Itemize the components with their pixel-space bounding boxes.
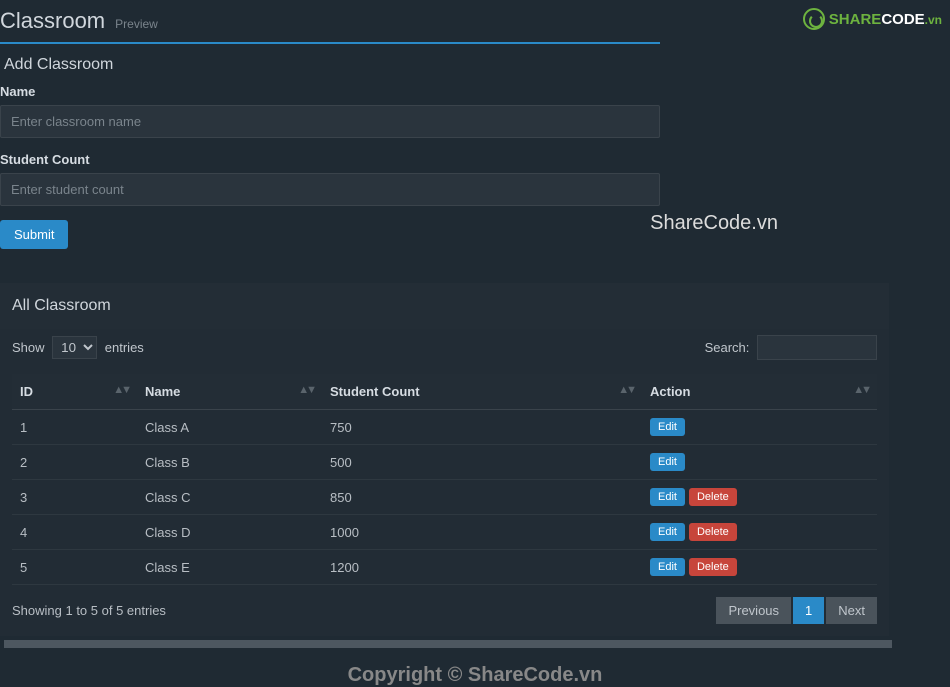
table-row: 3Class C850EditDelete	[12, 480, 877, 515]
cell-action: EditDelete	[642, 515, 877, 550]
pagination: Previous 1 Next	[716, 597, 877, 624]
table-row: 5Class E1200EditDelete	[12, 550, 877, 585]
classroom-name-input[interactable]	[0, 105, 660, 138]
watermark-text: ShareCode.vn	[650, 212, 778, 235]
cell-name: Class C	[137, 480, 322, 515]
add-classroom-title: Add Classroom	[0, 44, 660, 84]
student-count-input[interactable]	[0, 173, 660, 206]
entries-label: entries	[105, 340, 144, 355]
cell-name: Class E	[137, 550, 322, 585]
delete-button[interactable]: Delete	[689, 558, 737, 576]
table-info: Showing 1 to 5 of 5 entries	[12, 603, 166, 618]
next-button[interactable]: Next	[826, 597, 877, 624]
edit-button[interactable]: Edit	[650, 418, 685, 436]
delete-button[interactable]: Delete	[689, 523, 737, 541]
cell-count: 500	[322, 445, 642, 480]
delete-button[interactable]: Delete	[689, 488, 737, 506]
col-id[interactable]: ID▲▼	[12, 374, 137, 410]
table-row: 2Class B500 Edit	[12, 445, 877, 480]
add-classroom-panel: Add Classroom Name Student Count Submit	[0, 44, 660, 249]
student-count-label: Student Count	[0, 152, 660, 167]
cell-action: Edit	[642, 445, 877, 480]
sort-icon: ▲▼	[113, 384, 129, 396]
entries-select[interactable]: 10	[52, 336, 97, 359]
sort-icon: ▲▼	[298, 384, 314, 396]
cell-name: Class A	[137, 410, 322, 445]
edit-button[interactable]: Edit	[650, 523, 685, 541]
page-title: Classroom	[0, 8, 105, 34]
classroom-table: ID▲▼ Name▲▼ Student Count▲▼ Action▲▼ 1Cl…	[12, 374, 877, 585]
cell-name: Class B	[137, 445, 322, 480]
scrollbar-thumb[interactable]	[4, 640, 892, 648]
recycle-icon	[803, 8, 825, 30]
cell-name: Class D	[137, 515, 322, 550]
submit-button[interactable]: Submit	[0, 220, 68, 249]
edit-button[interactable]: Edit	[650, 558, 685, 576]
edit-button[interactable]: Edit	[650, 488, 685, 506]
logo-code: CODE	[881, 11, 924, 28]
show-label: Show	[12, 340, 45, 355]
cell-count: 750	[322, 410, 642, 445]
cell-count: 1200	[322, 550, 642, 585]
cell-action: EditDelete	[642, 550, 877, 585]
logo-share: SHARE	[829, 11, 882, 28]
search-label: Search:	[705, 340, 750, 355]
cell-id: 4	[12, 515, 137, 550]
sort-icon: ▲▼	[853, 384, 869, 396]
sharecode-logo: SHARECODE.vn	[803, 8, 942, 30]
logo-vn: .vn	[925, 13, 942, 27]
cell-id: 1	[12, 410, 137, 445]
cell-action: EditDelete	[642, 480, 877, 515]
all-classroom-panel: All Classroom Show 10 entries Search: ID…	[0, 283, 889, 636]
col-action[interactable]: Action▲▼	[642, 374, 877, 410]
cell-action: Edit	[642, 410, 877, 445]
all-classroom-title: All Classroom	[0, 283, 889, 329]
edit-button[interactable]: Edit	[650, 453, 685, 471]
page-1-button[interactable]: 1	[793, 597, 824, 624]
col-name[interactable]: Name▲▼	[137, 374, 322, 410]
entries-selector: Show 10 entries	[12, 336, 144, 359]
cell-id: 2	[12, 445, 137, 480]
horizontal-scrollbar[interactable]	[4, 640, 892, 648]
col-count[interactable]: Student Count▲▼	[322, 374, 642, 410]
sort-icon: ▲▼	[618, 384, 634, 396]
cell-count: 850	[322, 480, 642, 515]
name-label: Name	[0, 84, 660, 99]
table-row: 1Class A750 Edit	[12, 410, 877, 445]
search-input[interactable]	[757, 335, 877, 360]
copyright: Copyright © ShareCode.vn	[0, 664, 950, 687]
prev-button[interactable]: Previous	[716, 597, 791, 624]
cell-count: 1000	[322, 515, 642, 550]
table-row: 4Class D1000EditDelete	[12, 515, 877, 550]
cell-id: 5	[12, 550, 137, 585]
cell-id: 3	[12, 480, 137, 515]
preview-label: Preview	[115, 17, 158, 31]
